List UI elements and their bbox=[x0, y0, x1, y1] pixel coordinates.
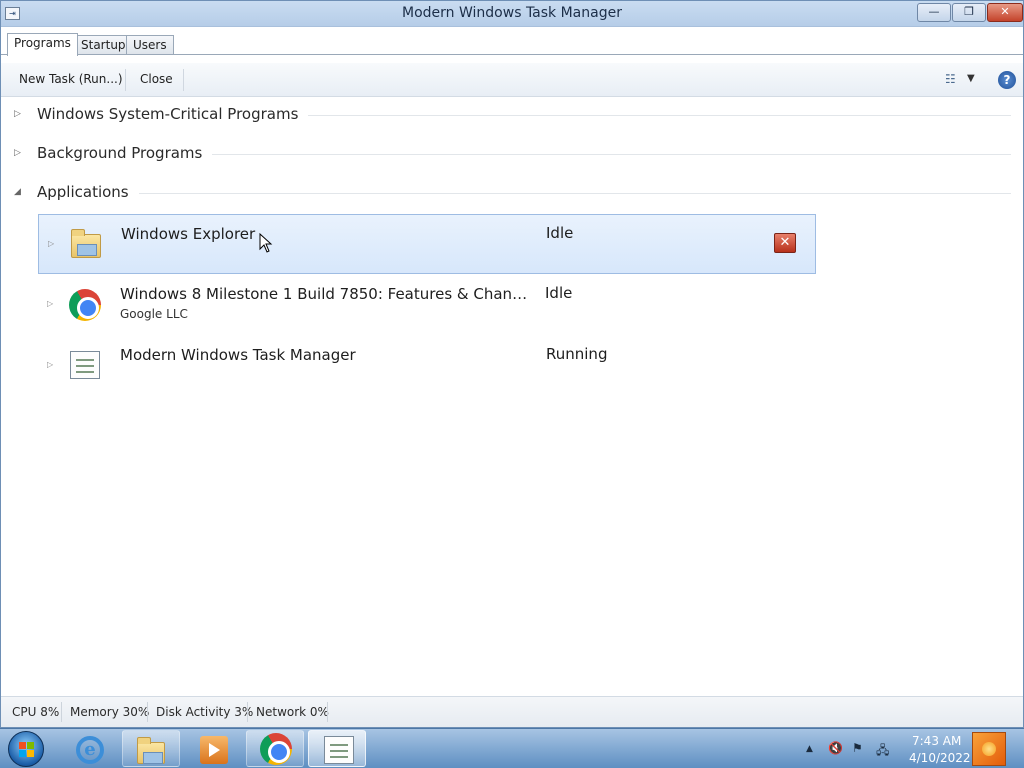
app-status: Running bbox=[546, 345, 608, 363]
status-separator bbox=[61, 702, 62, 722]
taskbar-file-explorer[interactable] bbox=[122, 730, 180, 767]
app-status: Idle bbox=[546, 224, 574, 242]
help-icon[interactable]: ? bbox=[998, 71, 1016, 89]
group-system-critical[interactable]: ▷ Windows System-Critical Programs bbox=[1, 103, 1023, 127]
close-window-button[interactable]: ✕ bbox=[987, 3, 1023, 22]
tab-divider bbox=[1, 54, 1023, 55]
show-hidden-icons-button[interactable]: ▲ bbox=[806, 744, 813, 754]
media-player-icon bbox=[200, 736, 228, 764]
app-row-chrome[interactable]: ▷ Windows 8 Milestone 1 Build 7850: Feat… bbox=[38, 275, 816, 335]
start-orb[interactable] bbox=[8, 731, 44, 767]
network-icon[interactable]: 🖧 bbox=[876, 741, 889, 762]
expand-arrow-icon[interactable]: ▷ bbox=[14, 109, 21, 119]
expand-arrow-icon[interactable]: ▷ bbox=[14, 148, 21, 158]
app-name: Modern Windows Task Manager bbox=[120, 346, 356, 364]
internet-explorer-icon: e bbox=[76, 736, 104, 764]
task-manager-window: ⇥ Modern Windows Task Manager — ❐ ✕ Prog… bbox=[0, 0, 1024, 728]
app-status: Idle bbox=[545, 284, 573, 302]
group-applications[interactable]: ◢ Applications bbox=[1, 181, 1023, 205]
status-separator bbox=[247, 702, 248, 722]
window-title: Modern Windows Task Manager bbox=[402, 5, 622, 21]
tab-programs[interactable]: Programs bbox=[7, 33, 78, 56]
minimize-button[interactable]: — bbox=[917, 3, 951, 22]
chrome-icon bbox=[68, 288, 102, 322]
status-bar: CPU 8% Memory 30% Disk Activity 3% Netwo… bbox=[1, 696, 1023, 727]
taskbar: e ▲ 🔇 ⚑ 🖧 7:43 AM 4/10/2022 bbox=[0, 728, 1024, 768]
windows-flag-icon bbox=[19, 742, 34, 757]
volume-muted-icon[interactable]: 🔇 bbox=[828, 741, 843, 755]
cpu-usage: CPU 8% bbox=[12, 705, 60, 719]
app-row-windows-explorer[interactable]: ▷ Windows Explorer Idle ✕ bbox=[38, 214, 816, 274]
app-name: Windows Explorer bbox=[121, 225, 256, 243]
group-label: Applications bbox=[37, 183, 139, 201]
group-label: Windows System-Critical Programs bbox=[37, 105, 309, 123]
chrome-icon bbox=[260, 733, 292, 765]
taskbar-internet-explorer[interactable]: e bbox=[60, 730, 118, 767]
clock-time[interactable]: 7:43 AM bbox=[912, 734, 961, 748]
expand-arrow-icon[interactable]: ▷ bbox=[47, 299, 53, 308]
chevron-down-icon[interactable]: ▼ bbox=[967, 73, 975, 84]
command-bar: New Task (Run...) Close ☷ ▼ ? bbox=[1, 63, 1023, 97]
file-explorer-icon bbox=[136, 735, 165, 764]
network-usage: Network 0% bbox=[256, 705, 329, 719]
restore-button[interactable]: ❐ bbox=[952, 3, 986, 22]
command-separator bbox=[125, 69, 126, 91]
taskbar-chrome[interactable] bbox=[246, 730, 304, 767]
status-separator bbox=[327, 702, 328, 722]
new-task-label: New Task (Run...) bbox=[19, 72, 123, 86]
app-publisher: Google LLC bbox=[120, 307, 188, 321]
close-program-button[interactable]: Close bbox=[140, 72, 173, 86]
collapse-arrow-icon[interactable]: ◢ bbox=[14, 187, 21, 197]
status-separator bbox=[147, 702, 148, 722]
group-label: Background Programs bbox=[37, 144, 213, 162]
memory-usage: Memory 30% bbox=[70, 705, 150, 719]
end-task-button[interactable]: ✕ bbox=[774, 233, 796, 253]
expand-arrow-icon[interactable]: ▷ bbox=[48, 239, 54, 248]
app-name: Windows 8 Milestone 1 Build 7850: Featur… bbox=[120, 285, 530, 303]
taskbar-media-player[interactable] bbox=[184, 730, 242, 767]
title-bar[interactable]: ⇥ Modern Windows Task Manager — ❐ ✕ bbox=[1, 1, 1023, 27]
action-center-icon[interactable]: ⚑ bbox=[852, 741, 863, 755]
tab-startup[interactable]: Startup bbox=[74, 35, 133, 55]
app-row-task-manager[interactable]: ▷ Modern Windows Task Manager Running bbox=[38, 336, 816, 396]
folder-icon bbox=[69, 228, 103, 262]
clock-date[interactable]: 4/10/2022 bbox=[909, 751, 971, 765]
tab-users[interactable]: Users bbox=[126, 35, 174, 55]
taskbar-task-manager[interactable] bbox=[308, 730, 366, 767]
new-task-button[interactable]: New Task (Run...) bbox=[19, 72, 123, 86]
group-divider bbox=[37, 193, 1011, 194]
task-manager-icon bbox=[68, 349, 102, 383]
command-separator bbox=[183, 69, 184, 91]
show-desktop-button[interactable] bbox=[972, 732, 1006, 766]
task-manager-icon bbox=[322, 734, 354, 764]
expand-arrow-icon[interactable]: ▷ bbox=[47, 360, 53, 369]
view-options-icon[interactable]: ☷ bbox=[945, 72, 961, 86]
group-background[interactable]: ▷ Background Programs bbox=[1, 142, 1023, 166]
disk-usage: Disk Activity 3% bbox=[156, 705, 254, 719]
